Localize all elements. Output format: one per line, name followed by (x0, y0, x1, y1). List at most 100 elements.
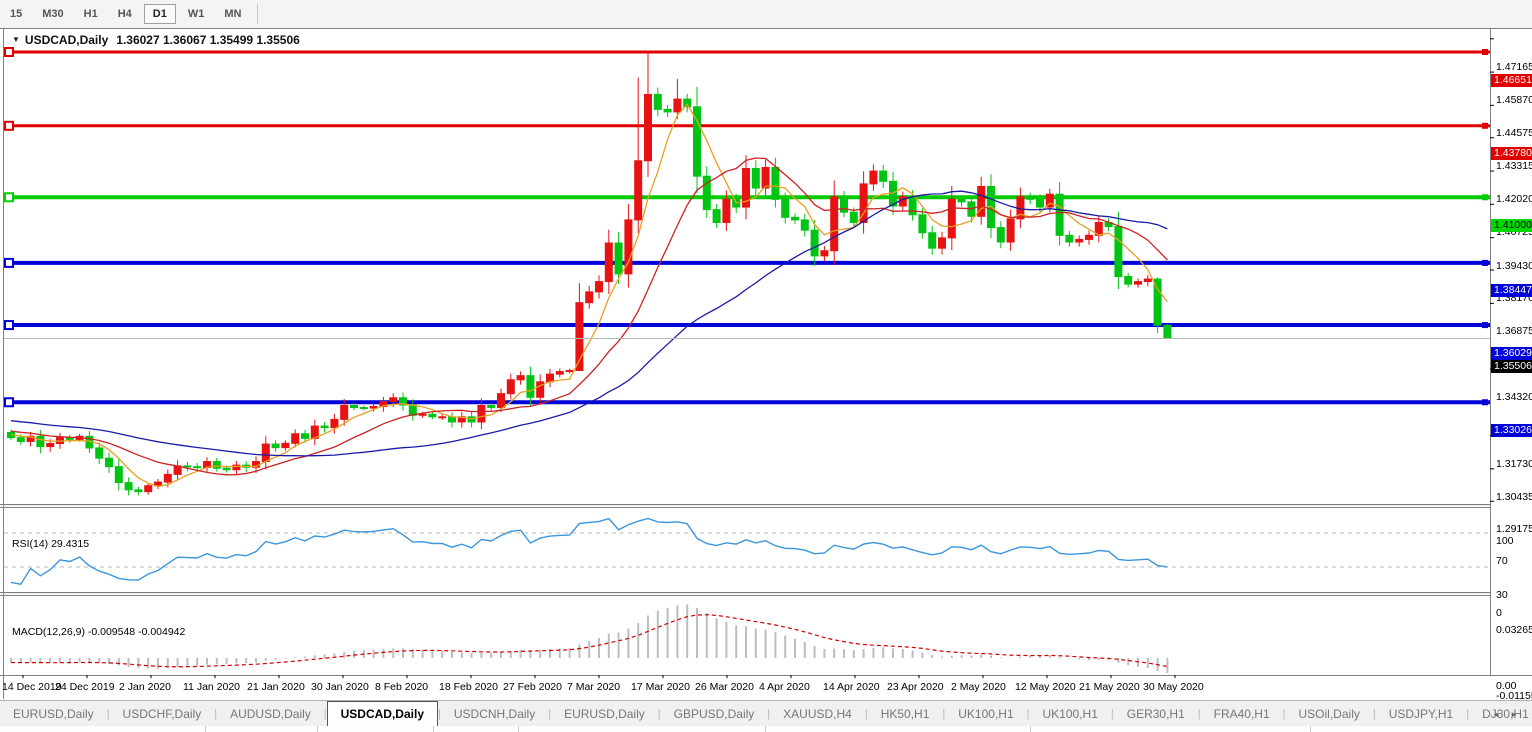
tab-gbpusd-daily-6[interactable]: GBPUSD,Daily (661, 701, 768, 726)
hline-handle[interactable] (4, 257, 14, 268)
timeframe-button-w1[interactable]: W1 (180, 5, 213, 23)
price-badge-blue[interactable]: 1.38447 (1491, 284, 1532, 298)
splitter[interactable] (4, 505, 1490, 506)
date-axis-label[interactable]: 4 Apr 2020 (759, 681, 810, 693)
rsi-axis-label[interactable]: 30 (1496, 589, 1532, 601)
timeframe-button-h4[interactable]: H4 (110, 5, 140, 23)
date-axis-label[interactable]: 21 Jan 2020 (247, 681, 305, 693)
price-axis-label[interactable]: 1.43315 (1496, 160, 1532, 172)
rsi-axis-label[interactable]: 100 (1496, 535, 1532, 547)
hline-handle[interactable] (4, 120, 14, 131)
price-axis-label[interactable]: 1.36875 (1496, 325, 1532, 337)
date-axis-label[interactable]: 12 May 2020 (1015, 681, 1076, 693)
candle[interactable] (1163, 324, 1172, 340)
date-axis-label[interactable]: 30 Jan 2020 (311, 681, 369, 693)
timeframe-button-h1[interactable]: H1 (76, 5, 106, 23)
price-axis-label[interactable]: 1.42020 (1496, 193, 1532, 205)
price-badge-red[interactable]: 1.46651 (1491, 73, 1532, 87)
tab-usdchf-daily-1[interactable]: USDCHF,Daily (110, 701, 215, 726)
rsi-axis-label[interactable]: 70 (1496, 555, 1532, 567)
rsi-panel-bg[interactable] (4, 507, 1490, 592)
date-axis-label[interactable]: 14 Dec 2019 (2, 681, 62, 693)
hline-handle[interactable] (4, 47, 14, 57)
candle-body (516, 375, 525, 381)
price-axis-label[interactable]: 1.39430 (1496, 260, 1532, 272)
price-axis-label[interactable]: 1.30435 (1496, 491, 1532, 503)
chart-canvas[interactable] (0, 28, 1532, 699)
candle-body (105, 457, 113, 468)
price-badge-red[interactable]: 1.43780 (1491, 147, 1532, 161)
tab-eurusd-daily-0[interactable]: EURUSD,Daily (0, 701, 107, 726)
price-badge-black[interactable]: 1.35506 (1491, 360, 1532, 373)
tab-usdjpy-h1-14[interactable]: USDJPY,H1 (1376, 701, 1466, 726)
chevron-down-icon[interactable]: ▼ (12, 35, 20, 44)
date-axis-label[interactable]: 21 May 2020 (1079, 681, 1140, 693)
timeframe-button-mn[interactable]: MN (216, 5, 249, 23)
price-axis-label[interactable]: 1.45870 (1496, 94, 1532, 106)
macd-axis-label[interactable]: 0.032658 (1496, 624, 1532, 636)
date-axis-label[interactable]: 8 Feb 2020 (375, 681, 428, 693)
date-axis-label[interactable]: 2 May 2020 (951, 681, 1006, 693)
candle-body (712, 209, 721, 223)
price-badge-green[interactable]: 1.41000 (1491, 218, 1532, 232)
date-axis-label[interactable]: 17 Mar 2020 (631, 681, 690, 693)
price-axis-label[interactable]: 1.44575 (1496, 127, 1532, 139)
candle-body (114, 466, 123, 484)
candle-body (418, 413, 427, 416)
hline-handle[interactable] (4, 320, 14, 331)
candle-body (947, 198, 956, 239)
price-axis-label[interactable]: 1.31730 (1496, 458, 1532, 470)
date-axis-label[interactable]: 2 Jan 2020 (119, 681, 171, 693)
price-badge-blue[interactable]: 1.36029 (1491, 346, 1532, 360)
date-axis-label[interactable]: 27 Feb 2020 (503, 681, 562, 693)
date-axis-label[interactable]: 11 Jan 2020 (183, 681, 240, 693)
hline-right-marker (1482, 399, 1488, 406)
timeframe-button-d1[interactable]: D1 (143, 4, 176, 24)
timeframe-button-m30[interactable]: M30 (34, 5, 71, 23)
date-axis-label[interactable]: 7 Mar 2020 (567, 681, 620, 693)
tab-eurusd-daily-5[interactable]: EURUSD,Daily (551, 701, 658, 726)
tab-usoil-daily-13[interactable]: USOil,Daily (1286, 701, 1373, 726)
date-axis-label[interactable]: 24 Dec 2019 (55, 681, 115, 693)
candle-body (340, 404, 349, 420)
tab-uk100-h1-10[interactable]: UK100,H1 (1030, 701, 1111, 726)
splitter[interactable] (4, 593, 1490, 594)
candle-body (477, 404, 486, 423)
date-axis-label[interactable]: 26 Mar 2020 (695, 681, 754, 693)
date-axis-label[interactable]: 14 Apr 2020 (823, 681, 880, 693)
hline-handle[interactable] (4, 397, 14, 408)
tab-usdcad-daily-3[interactable]: USDCAD,Daily (326, 701, 438, 726)
candle-body (781, 198, 790, 218)
macd-axis-label[interactable]: -0.011558 (1496, 690, 1532, 702)
bottom-strip (0, 726, 1532, 732)
price-badge-blue[interactable]: 1.33026 (1491, 423, 1532, 437)
tab-scroll-left-icon[interactable]: ◄ (1492, 710, 1500, 719)
date-axis-label[interactable]: 18 Feb 2020 (439, 681, 498, 693)
candle-body (565, 370, 574, 373)
hline-handle[interactable] (4, 192, 14, 203)
candle-body (36, 435, 45, 448)
price-axis-label[interactable]: 1.34320 (1496, 391, 1532, 403)
main-plot-bg[interactable] (4, 28, 1532, 504)
trading-terminal-window: 15 M30 H1 H4 D1 W1 MN ▼ USDCAD,Daily 1.36027 1.3… (0, 0, 1532, 732)
timeframe-button-15[interactable]: 15 (2, 5, 30, 23)
date-axis-label[interactable]: 30 May 2020 (1143, 681, 1204, 693)
candle-body (1055, 193, 1064, 236)
tab-uk100-h1-9[interactable]: UK100,H1 (945, 701, 1026, 726)
tab-ger30-h1-11[interactable]: GER30,H1 (1114, 701, 1198, 726)
candle-body (487, 404, 496, 409)
rsi-axis-label[interactable]: 0 (1496, 607, 1532, 619)
tab-usdcnh-daily-4[interactable]: USDCNH,Daily (441, 701, 548, 726)
date-axis-label[interactable]: 23 Apr 2020 (887, 681, 944, 693)
tab-fra40-h1-12[interactable]: FRA40,H1 (1201, 701, 1283, 726)
price-axis-label[interactable]: 1.29175 (1496, 523, 1532, 535)
toolbar-separator (257, 4, 259, 24)
candle-body (526, 375, 535, 398)
tab-hk50-h1-8[interactable]: HK50,H1 (868, 701, 943, 726)
candle-body (761, 166, 770, 189)
tab-scroll-right-icon[interactable]: ► (1510, 710, 1518, 719)
tab-xauusd-h4-7[interactable]: XAUUSD,H4 (770, 701, 865, 726)
candle-body (1143, 278, 1152, 283)
tab-audusd-daily-2[interactable]: AUDUSD,Daily (217, 701, 324, 726)
price-axis-label[interactable]: 1.47165 (1496, 61, 1532, 73)
